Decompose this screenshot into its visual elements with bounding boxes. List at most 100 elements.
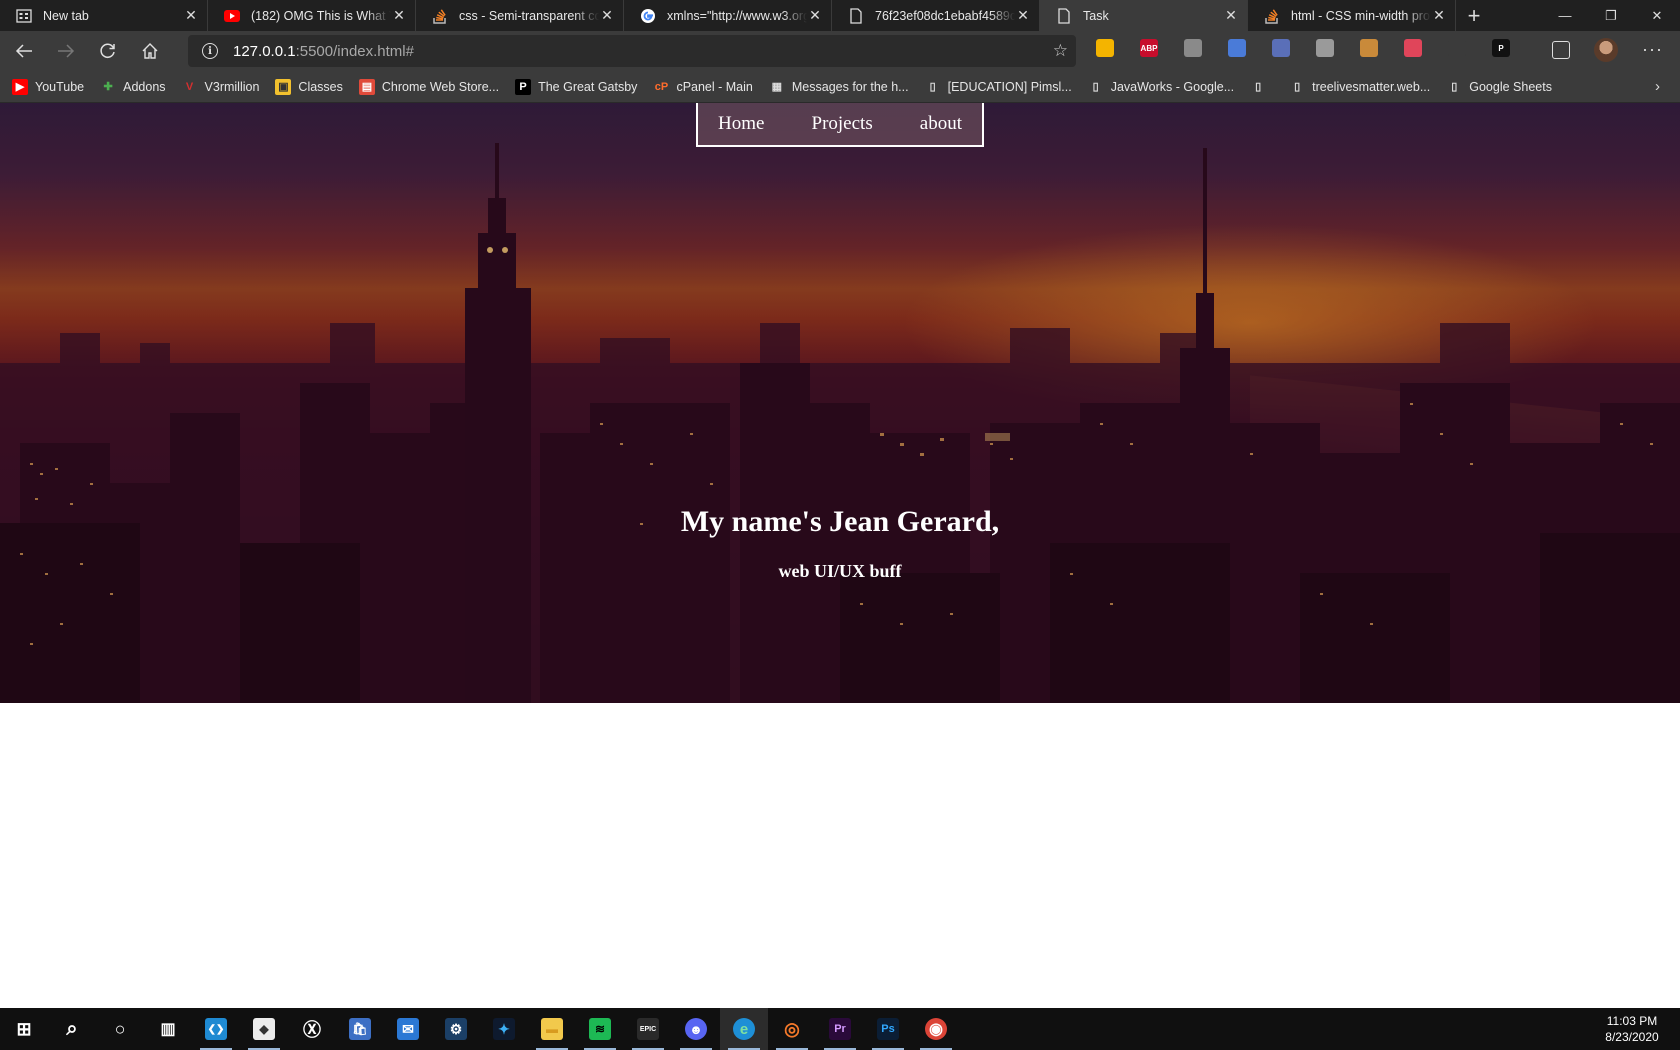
- page-viewport: Home Projects about My name's Jean Gerar…: [0, 103, 1680, 1008]
- bookmark-item[interactable]: P The Great Gatsby: [515, 78, 637, 95]
- bookmark-item[interactable]: V V3rmillion: [182, 79, 260, 95]
- p-ext-icon[interactable]: P: [1492, 39, 1510, 57]
- adblock-plus-icon[interactable]: ABP: [1140, 39, 1158, 57]
- taskbar-button[interactable]: ☻: [672, 1008, 720, 1050]
- profile-avatar[interactable]: [1594, 38, 1618, 62]
- taskbar-button[interactable]: ⌕: [48, 1008, 96, 1050]
- building-icon: ▦: [771, 81, 783, 93]
- bookmark-item[interactable]: ▤ Chrome Web Store...: [358, 78, 499, 95]
- bookmark-item[interactable]: ▯ [EDUCATION] Pimsl...: [925, 79, 1072, 95]
- tab-stackoverflow-minwidth[interactable]: html - CSS min-width prop ✕: [1248, 0, 1456, 31]
- favorite-star-icon[interactable]: ☆: [1053, 41, 1068, 61]
- tab-title: New tab: [43, 8, 89, 23]
- close-icon[interactable]: ✕: [1015, 7, 1031, 24]
- close-icon[interactable]: ✕: [807, 7, 823, 24]
- cookie-ext-icon[interactable]: [1360, 39, 1378, 57]
- xbox-icon: Ⓧ: [303, 1020, 321, 1040]
- nav-about-link[interactable]: about: [920, 113, 962, 135]
- back-button[interactable]: [6, 35, 42, 67]
- tab-hash-page[interactable]: 76f23ef08dc1ebabf4589ca ✕: [832, 0, 1040, 31]
- tab-youtube[interactable]: (182) OMG This is What You ✕: [208, 0, 416, 31]
- taskbar-button[interactable]: e: [720, 1008, 768, 1050]
- page-icon: [848, 7, 864, 24]
- taskbar-button[interactable]: EPIC: [624, 1008, 672, 1050]
- minimize-icon[interactable]: —: [1542, 0, 1588, 31]
- taskbar-button[interactable]: ○: [96, 1008, 144, 1050]
- bookmark-label: Classes: [298, 79, 343, 94]
- hero-headline: My name's Jean Gerard,: [680, 505, 1000, 538]
- tab-strip: New tab ✕ (182) OMG This is What You ✕ c…: [0, 0, 1680, 31]
- nav-projects-link[interactable]: Projects: [812, 113, 873, 135]
- bookmark-item[interactable]: ▯ treelivesmatter.web...: [1289, 79, 1430, 95]
- nav-home-link[interactable]: Home: [718, 113, 764, 135]
- taskbar-button[interactable]: ✉: [384, 1008, 432, 1050]
- youtube-icon: [224, 8, 240, 24]
- premiere-icon: Pr: [829, 1018, 851, 1040]
- explorer-icon: ▬: [541, 1018, 563, 1040]
- close-icon[interactable]: ✕: [599, 7, 615, 24]
- taskbar-button[interactable]: ◉: [912, 1008, 960, 1050]
- taskbar-button[interactable]: ▥: [144, 1008, 192, 1050]
- play-ext-icon[interactable]: [1316, 39, 1334, 57]
- page-icon: ▯: [1255, 81, 1262, 93]
- start-icon: ⊞: [16, 1018, 32, 1039]
- chevron-right-icon[interactable]: ›: [1655, 78, 1660, 95]
- taskbar-button[interactable]: Ⓧ: [288, 1008, 336, 1050]
- refresh-icon: [100, 43, 115, 58]
- system-clock[interactable]: 11:03 PM 8/23/2020: [1592, 1013, 1672, 1045]
- taskbar-button[interactable]: ❮❯: [192, 1008, 240, 1050]
- bookmark-item[interactable]: ▯: [1250, 79, 1273, 95]
- battlenet-icon: ✦: [493, 1018, 515, 1040]
- address-bar[interactable]: i 127.0.0.1:5500/index.html# ☆: [188, 35, 1076, 67]
- bookmark-item[interactable]: cP cPanel - Main: [653, 79, 753, 95]
- cursor-ext-icon[interactable]: [1448, 39, 1466, 57]
- taskbar-button[interactable]: ≋: [576, 1008, 624, 1050]
- bookmark-item[interactable]: ▶ YouTube: [12, 78, 84, 95]
- close-icon[interactable]: ✕: [183, 7, 199, 24]
- bookmark-label: [EDUCATION] Pimsl...: [947, 79, 1072, 94]
- taskbar-button[interactable]: ▬: [528, 1008, 576, 1050]
- taskbar-button[interactable]: 🛍: [336, 1008, 384, 1050]
- bookmark-label: cPanel - Main: [676, 79, 753, 94]
- taskbar-button[interactable]: ✦: [480, 1008, 528, 1050]
- blocker-ext-icon[interactable]: [1272, 39, 1290, 57]
- bookmark-item[interactable]: ▯ JavaWorks - Google...: [1088, 79, 1234, 95]
- grey-ext-icon[interactable]: [1184, 39, 1202, 57]
- tab-task[interactable]: Task ✕: [1040, 0, 1248, 31]
- blender-icon: ◎: [784, 1018, 800, 1039]
- close-icon[interactable]: ✕: [391, 7, 407, 24]
- forward-button[interactable]: [48, 35, 84, 67]
- taskbar-button[interactable]: Pr: [816, 1008, 864, 1050]
- hero-tagline: web UI/UX buff: [778, 561, 902, 581]
- close-window-icon[interactable]: ✕: [1634, 0, 1680, 31]
- close-icon[interactable]: ✕: [1223, 7, 1239, 24]
- site-info-icon[interactable]: i: [202, 43, 218, 59]
- record-ext-icon[interactable]: [1404, 39, 1422, 57]
- taskbar-button[interactable]: ◆: [240, 1008, 288, 1050]
- refresh-button[interactable]: [90, 35, 126, 67]
- bookmark-item[interactable]: ▣ Classes: [275, 78, 343, 95]
- more-options-icon[interactable]: ···: [1642, 39, 1663, 60]
- vscode-icon: ❮❯: [205, 1018, 227, 1040]
- taskbar-button[interactable]: ⚙: [432, 1008, 480, 1050]
- tab-stackoverflow-css[interactable]: css - Semi-transparent colo ✕: [416, 0, 624, 31]
- tab-title: html - CSS min-width prop: [1291, 8, 1431, 23]
- close-icon[interactable]: ✕: [1431, 7, 1447, 24]
- collections-icon[interactable]: [1552, 41, 1570, 59]
- translate-ext-icon[interactable]: [1228, 39, 1246, 57]
- tab-title: xmlns="http://www.w3.org: [667, 8, 807, 23]
- clock-time: 11:03 PM: [1606, 1014, 1658, 1028]
- sheets-ext-icon[interactable]: [1096, 39, 1114, 57]
- tab-google-search[interactable]: xmlns="http://www.w3.org ✕: [624, 0, 832, 31]
- taskbar-button[interactable]: ⊞: [0, 1008, 48, 1050]
- home-button[interactable]: [132, 35, 168, 67]
- bookmark-item[interactable]: ▦ Messages for the h...: [769, 79, 909, 95]
- taskbar-button[interactable]: ◎: [768, 1008, 816, 1050]
- bookmark-item[interactable]: ▯ Google Sheets: [1446, 79, 1552, 95]
- bookmark-item[interactable]: ✚ Addons: [100, 79, 166, 95]
- bookmark-label: Google Sheets: [1469, 79, 1552, 94]
- new-tab-button[interactable]: +: [1456, 0, 1492, 31]
- restore-icon[interactable]: ❐: [1588, 0, 1634, 31]
- taskbar-button[interactable]: Ps: [864, 1008, 912, 1050]
- tab-new-tab[interactable]: New tab ✕: [0, 0, 208, 31]
